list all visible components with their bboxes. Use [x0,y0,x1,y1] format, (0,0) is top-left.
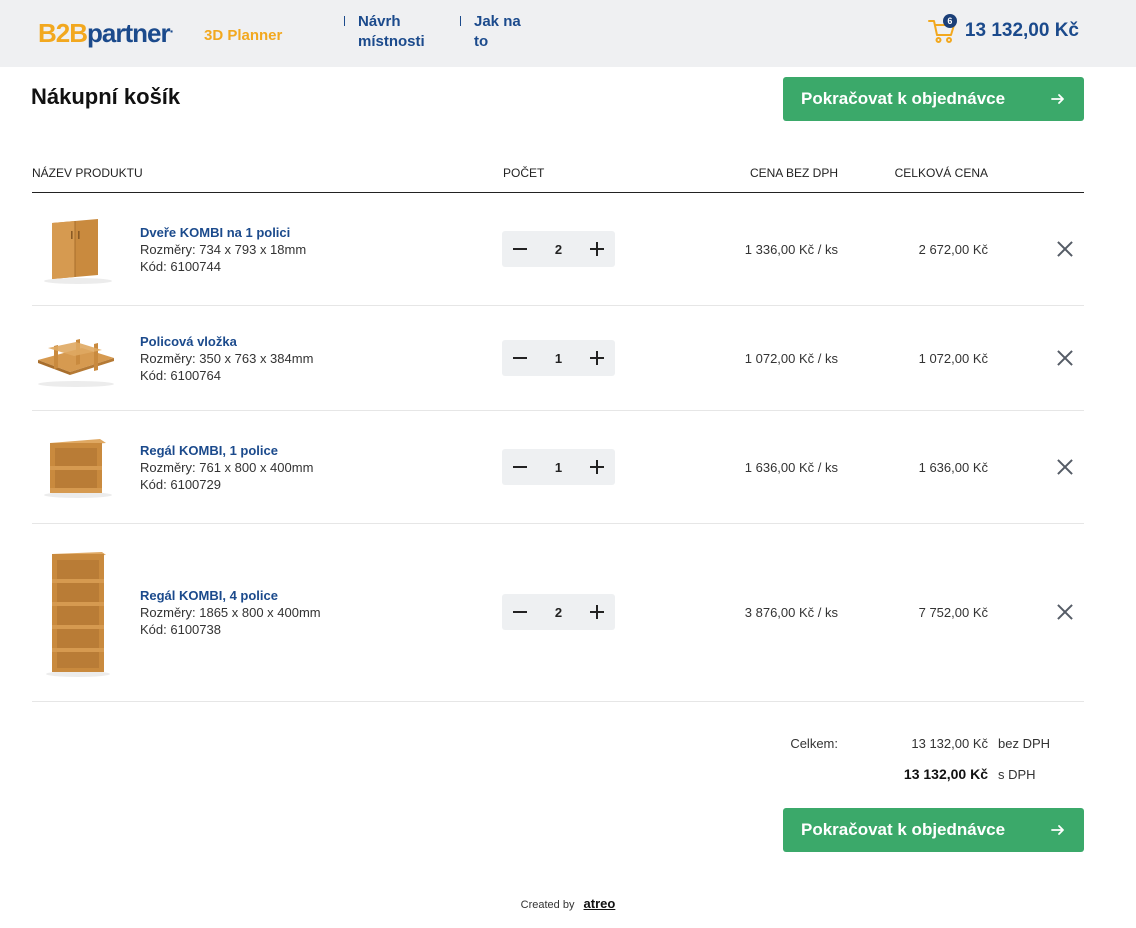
line-total: 1 636,00 Kč [918,460,988,475]
quantity-value[interactable]: 1 [555,351,562,366]
product-info: Policová vložka Rozměry: 350 x 763 x 384… [140,333,313,384]
decrease-qty-button[interactable] [512,459,528,475]
cart-icon: 6 [927,14,957,46]
quantity-stepper: 2 [502,594,615,630]
unit-price: 3 876,00 Kč / ks [744,605,838,620]
door-image [32,209,120,289]
shelf-insert-image [32,318,120,398]
top-bar: B2Bpartner. 3D Planner Návrh místnosti J… [0,0,1136,67]
nav-room-design-label: Návrh místnosti [358,13,425,50]
summary-net-total: 13 132,00 Kč [911,736,988,751]
remove-item-button[interactable] [1056,458,1074,476]
small-shelf-image [32,427,120,507]
summary-gross-suffix: s DPH [998,767,1036,782]
cart-count-badge: 6 [942,14,957,28]
unit-price: 1 336,00 Kč / ks [744,242,838,257]
summary-label: Celkem: [790,736,838,751]
product-info: Regál KOMBI, 1 police Rozměry: 761 x 800… [140,442,313,493]
increase-qty-button[interactable] [589,241,605,257]
line-total: 1 072,00 Kč [918,351,988,366]
unit-price: 1 636,00 Kč / ks [744,460,838,475]
quantity-value[interactable]: 2 [555,242,562,257]
nav-how-to[interactable]: Jak na to [460,12,524,52]
continue-order-label: Pokračovat k objednávce [801,820,1006,839]
increase-qty-button[interactable] [589,459,605,475]
logo[interactable]: B2Bpartner. [38,18,174,49]
column-header-total: CELKOVÁ CENA [894,166,988,180]
page-title: Nákupní košík [31,84,181,109]
product-info: Dveře KOMBI na 1 polici Rozměry: 734 x 7… [140,224,306,275]
increase-qty-button[interactable] [589,604,605,620]
unit-price: 1 072,00 Kč / ks [744,351,838,366]
arrow-right-icon [1051,94,1064,104]
product-code: Kód: 6100729 [140,477,221,492]
continue-order-label: Pokračovat k objednávce [801,89,1006,108]
logo-dot: . [169,19,174,36]
quantity-stepper: 2 [502,231,615,267]
line-total: 2 672,00 Kč [918,242,988,257]
quantity-stepper: 1 [502,340,615,376]
nav-how-to-label: Jak na to [474,13,521,50]
arrow-right-icon [1051,825,1064,835]
planner-label: 3D Planner [204,27,283,44]
line-total: 7 752,00 Kč [918,605,988,620]
summary-gross-total: 13 132,00 Kč [903,766,988,782]
decrease-qty-button[interactable] [512,241,528,257]
logo-b2b: B2B [38,18,88,48]
product-name-link[interactable]: Policová vložka [140,333,313,350]
continue-order-button[interactable]: Pokračovat k objednávce [783,77,1084,121]
column-header-qty: POČET [503,166,545,180]
footer-created-by: Created by [520,899,575,911]
product-name-link[interactable]: Regál KOMBI, 4 police [140,587,321,604]
nav-room-design[interactable]: Návrh místnosti [344,12,448,52]
summary-net-suffix: bez DPH [998,736,1051,751]
tall-shelf-image [32,544,120,684]
continue-order-button-bottom[interactable]: Pokračovat k objednávce [783,808,1084,852]
quantity-stepper: 1 [502,449,615,485]
footer: Created by atreo [0,896,1136,911]
product-code: Kód: 6100744 [140,259,221,274]
product-dimensions: Rozměry: 350 x 763 x 384mm [140,351,314,366]
column-header-name: NÁZEV PRODUKTU [32,166,143,180]
table-row: Policová vložka Rozměry: 350 x 763 x 384… [32,306,1084,411]
increase-qty-button[interactable] [589,350,605,366]
remove-item-button[interactable] [1056,349,1074,367]
quantity-value[interactable]: 1 [555,460,562,475]
remove-item-button[interactable] [1056,240,1074,258]
remove-item-button[interactable] [1056,603,1074,621]
table-row: Regál KOMBI, 1 police Rozměry: 761 x 800… [32,411,1084,524]
nav-separator [344,16,345,26]
decrease-qty-button[interactable] [512,604,528,620]
product-info: Regál KOMBI, 4 police Rozměry: 1865 x 80… [140,587,321,638]
product-code: Kód: 6100764 [140,368,221,383]
table-row: Dveře KOMBI na 1 polici Rozměry: 734 x 7… [32,193,1084,306]
decrease-qty-button[interactable] [512,350,528,366]
column-header-price: CENA BEZ DPH [749,166,838,180]
logo-partner: partner [87,18,171,48]
table-row: Regál KOMBI, 4 police Rozměry: 1865 x 80… [32,524,1084,702]
quantity-value[interactable]: 2 [555,605,562,620]
product-name-link[interactable]: Regál KOMBI, 1 police [140,442,313,459]
product-name-link[interactable]: Dveře KOMBI na 1 polici [140,224,306,241]
cart-button[interactable]: 6 13 132,00 Kč [927,14,1079,46]
product-dimensions: Rozměry: 761 x 800 x 400mm [140,460,314,475]
cart-total: 13 132,00 Kč [964,20,1079,41]
product-dimensions: Rozměry: 1865 x 800 x 400mm [140,605,321,620]
footer-brand-link[interactable]: atreo [584,896,616,911]
product-code: Kód: 6100738 [140,622,221,637]
nav-separator [460,16,461,26]
product-dimensions: Rozměry: 734 x 793 x 18mm [140,242,307,257]
